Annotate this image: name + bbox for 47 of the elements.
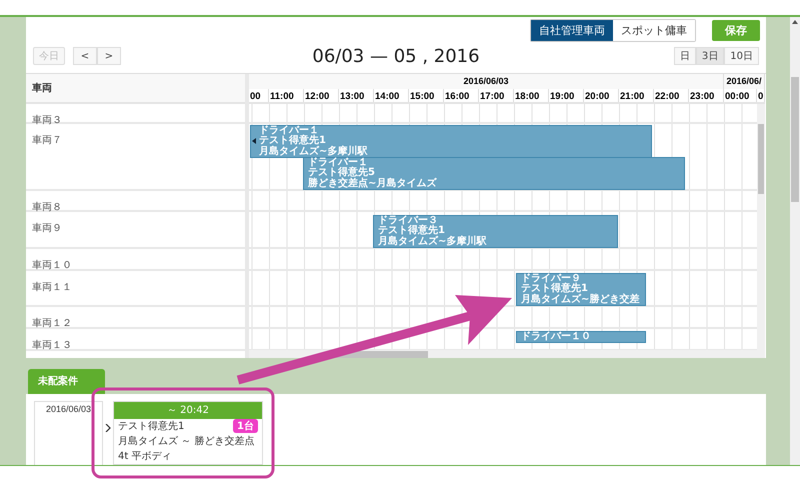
hour-header: 14:00: [374, 89, 409, 102]
hour-header: 11:00: [269, 89, 304, 102]
mode-tab[interactable]: 自社管理車両: [531, 20, 613, 41]
vehicle-name: 車両９: [32, 223, 62, 234]
hour-header: 19:00: [549, 89, 584, 102]
page-scrollbar[interactable]: [790, 17, 800, 465]
vehicle-name: 車両７: [32, 135, 62, 146]
hour-header: 22:00: [654, 89, 689, 102]
hour-header: 20:00: [584, 89, 619, 102]
vehicle-name: 車両３: [32, 115, 62, 126]
hour-header: 0: [757, 89, 765, 102]
hour-header: 12:00: [304, 89, 339, 102]
date-range-title: 06/03 — 05 , 2016: [312, 46, 480, 66]
hour-header: 13:00: [339, 89, 374, 102]
horizontal-scrollbar[interactable]: [249, 350, 757, 358]
scrollbar-thumb[interactable]: [791, 77, 799, 202]
hour-header: 21:00: [619, 89, 654, 102]
count-badge: 1台: [233, 419, 258, 434]
next-button[interactable]: >: [97, 47, 121, 65]
vehicle-type: 4t 平ボディ: [118, 450, 172, 464]
vehicle-name: 車両１１: [32, 282, 72, 293]
vehicle-name: 車両１３: [32, 340, 72, 351]
vehicle-name: 車両１２: [32, 318, 72, 329]
view-tab[interactable]: 3日: [696, 47, 724, 65]
vehicle-name: 車両１０: [32, 260, 72, 271]
view-tab[interactable]: 日: [674, 47, 696, 65]
hour-header: 00:00: [724, 89, 757, 102]
hour-header: 16:00: [444, 89, 479, 102]
up-arrow-icon[interactable]: [792, 20, 798, 24]
hour-header: 18:00: [514, 89, 549, 102]
date-header: 2016/06/03: [249, 74, 724, 89]
route-text: 月島タイムズ ～ 勝どき交差点: [118, 434, 254, 448]
scrollbar-thumb[interactable]: [758, 124, 764, 194]
card-time: ～ 20:42: [114, 402, 262, 419]
date-label: 2016/06/03: [46, 404, 92, 414]
customer-name: テスト得意先1: [118, 420, 184, 434]
view-tab[interactable]: 10日: [724, 47, 759, 65]
hour-header: 15:00: [409, 89, 444, 102]
date-header: 2016/06/: [724, 74, 765, 89]
vehicle-name: 車両８: [32, 202, 62, 213]
hour-header: 17:00: [479, 89, 514, 102]
column-header: 車両: [32, 82, 52, 95]
hour-header: 00: [249, 89, 269, 102]
vertical-scrollbar[interactable]: [757, 104, 765, 358]
hour-header: 23:00: [689, 89, 724, 102]
chevron-icon: [105, 424, 111, 432]
previous-button[interactable]: <: [73, 47, 97, 65]
